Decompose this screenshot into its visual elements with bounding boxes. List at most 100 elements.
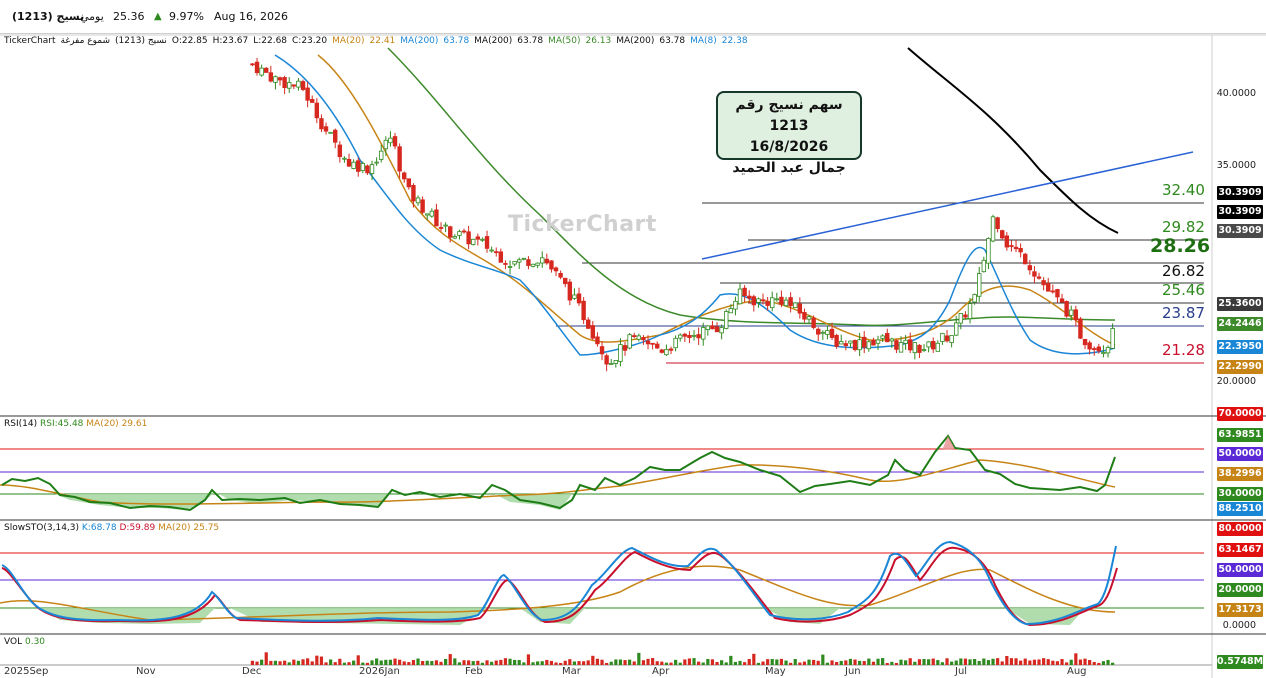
volume-bar <box>1092 662 1096 665</box>
volume-bar <box>255 661 259 665</box>
candle <box>673 337 678 349</box>
volume-bar <box>1060 659 1064 665</box>
legend-ma5[interactable]: MA(200) <box>616 36 654 46</box>
volume-bar <box>402 661 406 665</box>
price-chart[interactable] <box>0 0 1266 678</box>
volume-bar <box>421 660 425 665</box>
volume-bar <box>848 658 853 665</box>
price-tick-40: 40.0000 <box>1216 88 1256 99</box>
volume-bar <box>559 662 563 665</box>
volume-bar <box>844 660 848 665</box>
annotation-box[interactable]: سهم نسيج رقم 1213 16/8/2026 جمال عبد الح… <box>716 91 862 176</box>
candle <box>862 336 867 348</box>
candle <box>1023 253 1028 265</box>
ma200-line <box>907 47 1119 234</box>
candle <box>415 197 421 204</box>
volume-bar <box>361 662 365 665</box>
candle <box>540 257 545 264</box>
volume-bar <box>467 660 471 665</box>
volume-bar <box>1032 659 1037 665</box>
candle <box>530 263 536 267</box>
x-axis-label: Feb <box>465 666 483 677</box>
volume-bar <box>586 660 590 665</box>
vol-label[interactable]: VOL <box>4 637 22 647</box>
candle <box>507 266 513 268</box>
rsi-badge: 30.0000 <box>1217 487 1263 501</box>
volume-bar <box>789 662 793 665</box>
sto-label[interactable]: SlowSTO(3,14,3) <box>4 523 79 533</box>
price-badge: 25.3600 <box>1217 297 1263 311</box>
volume-bar <box>480 662 485 665</box>
volume-bar <box>605 662 609 665</box>
candle <box>894 340 899 350</box>
volume-bar <box>991 658 995 665</box>
volume-bar <box>1046 659 1050 665</box>
candle <box>774 298 780 301</box>
candle <box>420 199 425 213</box>
level-label-4: 26.82 <box>1162 262 1205 280</box>
candle <box>875 339 881 344</box>
candle <box>595 336 600 345</box>
volume-bar <box>269 660 273 665</box>
volume-bar <box>513 659 517 665</box>
legend-ma3-value: 63.78 <box>517 36 544 46</box>
sto-badge: 50.0000 <box>1217 563 1263 577</box>
candle <box>783 299 789 307</box>
volume-bar <box>338 658 342 665</box>
legend-ma2[interactable]: MA(200) <box>400 36 438 46</box>
candle <box>369 164 375 174</box>
volume-bar <box>283 660 287 665</box>
volume-bar <box>766 659 770 665</box>
volume-bar <box>1014 658 1018 665</box>
volume-bar <box>476 660 480 665</box>
candle <box>273 76 278 83</box>
candle <box>765 301 770 306</box>
watermark-logo: TickerChart <box>508 212 657 237</box>
candle <box>954 322 959 336</box>
volume-bar <box>692 658 696 665</box>
x-axis-label: Jul <box>955 666 968 677</box>
candle <box>1078 318 1083 339</box>
sto-badge: 17.3173 <box>1217 603 1263 617</box>
volume-bar <box>674 659 678 665</box>
volume-bar <box>352 660 356 665</box>
volume-bar <box>835 662 839 665</box>
candle <box>742 287 747 297</box>
candle <box>678 334 683 339</box>
volume-bar <box>324 662 328 665</box>
price-badge: 30.3909 <box>1217 186 1263 200</box>
legend-ma6[interactable]: MA(8) <box>690 36 717 46</box>
legend-ma1[interactable]: MA(20) <box>332 36 364 46</box>
volume-bar <box>425 660 429 665</box>
candle <box>747 295 752 299</box>
volume-bar <box>563 660 567 665</box>
candle <box>503 263 508 265</box>
volume-bar <box>839 660 843 665</box>
candle <box>590 325 596 339</box>
volume-bar <box>526 654 531 665</box>
volume-bar <box>301 659 305 665</box>
candle <box>374 161 379 164</box>
level-label-5: 25.46 <box>1162 281 1205 299</box>
legend-ma3[interactable]: MA(200) <box>474 36 512 46</box>
rsi-label[interactable]: RSI(14) <box>4 419 37 429</box>
candle <box>797 303 803 314</box>
volume-bar <box>457 662 462 665</box>
candle <box>291 84 297 87</box>
legend-ma4[interactable]: MA(50) <box>548 36 580 46</box>
volume-bar <box>315 655 319 665</box>
sto-k-value: K:68.78 <box>81 523 117 533</box>
candle <box>572 294 577 299</box>
volume-bar <box>1000 661 1004 665</box>
volume-bar <box>917 659 922 665</box>
volume-bar <box>982 658 986 665</box>
candle <box>977 273 982 297</box>
candle <box>687 334 692 339</box>
volume-bar <box>641 660 646 665</box>
volume-bar <box>572 661 577 665</box>
volume-bar <box>807 659 811 665</box>
volume-bar <box>890 661 894 665</box>
candle <box>604 355 609 365</box>
candle <box>314 102 320 119</box>
volume-bar <box>637 652 641 665</box>
